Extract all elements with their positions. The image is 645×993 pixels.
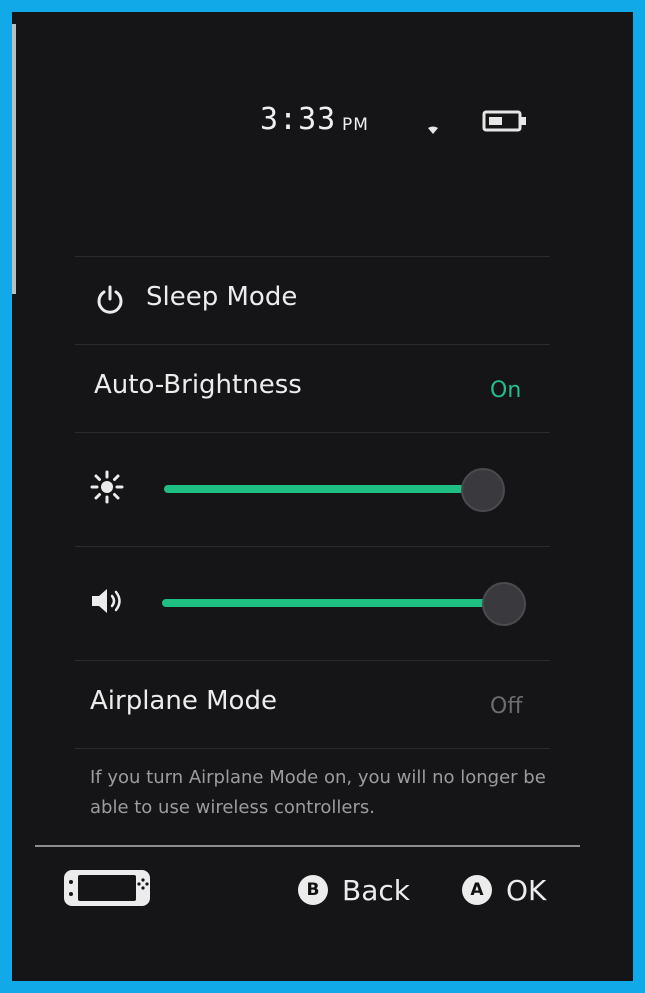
power-icon[interactable]	[94, 284, 126, 316]
divider	[75, 660, 550, 661]
footer-divider	[35, 845, 580, 847]
wifi-icon	[428, 126, 438, 134]
edge-highlight	[12, 24, 16, 294]
divider	[75, 344, 550, 345]
clock-time: 3:33	[260, 102, 337, 137]
divider	[75, 256, 550, 257]
volume-slider-fill	[162, 599, 508, 607]
sun-icon	[90, 470, 124, 504]
ok-label: OK	[506, 873, 547, 907]
speaker-icon	[92, 589, 121, 613]
volume-slider-knob[interactable]	[482, 582, 526, 626]
a-button-icon: A	[462, 875, 492, 905]
back-label: Back	[342, 873, 410, 907]
clock-ampm: PM	[342, 115, 369, 135]
airplane-mode-label[interactable]: Airplane Mode	[90, 686, 277, 716]
airplane-mode-value[interactable]: Off	[490, 694, 522, 719]
b-button-icon: B	[298, 875, 328, 905]
volume-slider[interactable]	[162, 582, 526, 626]
ok-button[interactable]: A OK	[462, 870, 546, 910]
auto-brightness-label[interactable]: Auto-Brightness	[94, 370, 302, 400]
battery-icon	[482, 110, 526, 132]
brightness-slider[interactable]	[164, 468, 514, 512]
brightness-slider-knob[interactable]	[461, 468, 505, 512]
handheld-console-icon	[64, 870, 150, 906]
status-bar: 3:33 PM	[260, 100, 550, 144]
auto-brightness-value[interactable]: On	[490, 378, 521, 403]
divider	[75, 432, 550, 433]
divider	[75, 546, 550, 547]
back-button[interactable]: B Back	[298, 870, 410, 910]
airplane-mode-note: If you turn Airplane Mode on, you will n…	[90, 767, 546, 818]
sleep-mode-label[interactable]: Sleep Mode	[146, 282, 297, 312]
brightness-slider-fill	[164, 485, 483, 493]
divider	[75, 748, 550, 749]
